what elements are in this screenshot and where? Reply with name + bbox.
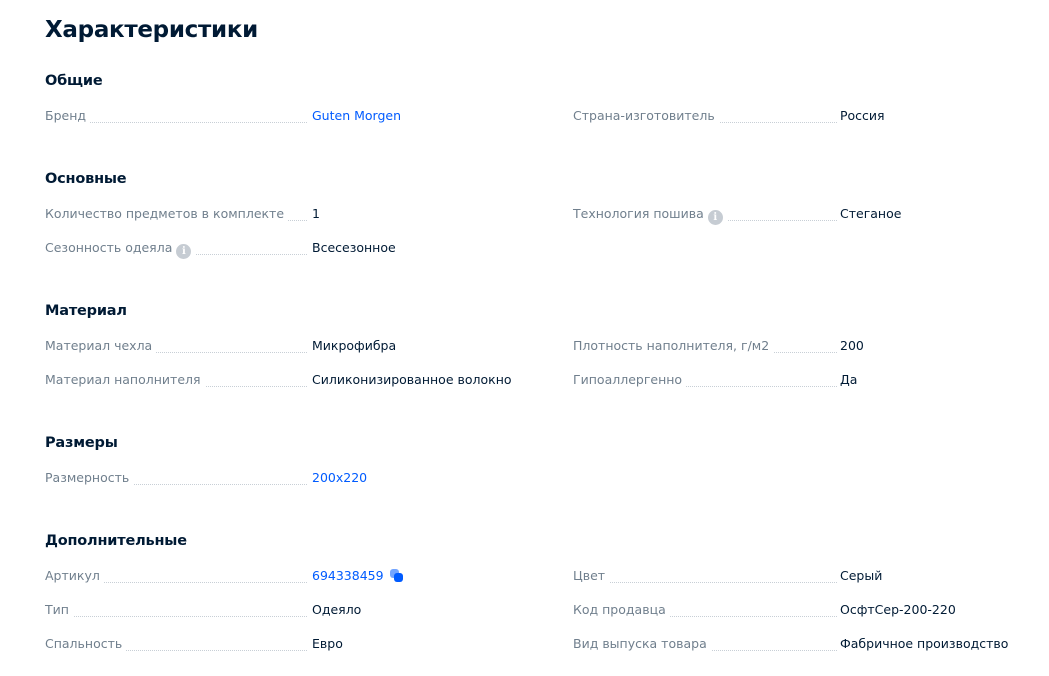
spec-value-type: Одеяло [312, 602, 362, 617]
spec-label-brand: Бренд [45, 108, 91, 123]
spec-value-seller-code: ОсфтСер-200-220 [840, 602, 956, 617]
spec-value-items-count: 1 [312, 206, 320, 221]
spec-label-filler-density: Плотность наполнителя, г/м2 [573, 338, 774, 353]
spec-value-sewing-tech: Стеганое [840, 206, 902, 221]
spec-row: Размерность 200x220 [45, 470, 1035, 490]
spec-label-article: Артикул [45, 568, 104, 583]
page-title: Характеристики [45, 17, 258, 43]
spec-label-dimensions: Размерность [45, 470, 134, 485]
article-number[interactable]: 694338459 [312, 568, 384, 583]
spec-label-hypoallergenic: Гипоаллергенно [573, 372, 687, 387]
spec-label-seasonality: Сезонность одеяла i [45, 240, 196, 259]
spec-value-filler-material: Силиконизированное волокно [312, 372, 512, 387]
spec-label-release-type: Вид выпуска товара [573, 636, 711, 651]
spec-label-seasonality-text: Сезонность одеяла [45, 240, 173, 255]
spec-value-bed-size: Евро [312, 636, 343, 651]
spec-row: Материал чехла Микрофибра Плотность напо… [45, 338, 1035, 358]
spec-value-cover-material: Микрофибра [312, 338, 397, 353]
spec-label-bed-size: Спальность [45, 636, 127, 651]
spec-row: Сезонность одеяла i Всесезонное [45, 240, 1035, 260]
section-title-main: Основные [45, 171, 127, 187]
spec-label-items-count: Количество предметов в комплекте [45, 206, 289, 221]
info-icon[interactable]: i [176, 244, 192, 259]
section-title-sizes: Размеры [45, 435, 118, 451]
spec-label-filler-material: Материал наполнителя [45, 372, 205, 387]
spec-label-color: Цвет [573, 568, 610, 583]
spec-label-cover-material: Материал чехла [45, 338, 157, 353]
info-icon[interactable]: i [707, 210, 723, 225]
brand-link[interactable]: Guten Morgen [312, 108, 401, 123]
spec-row: Бренд Guten Morgen Страна-изготовитель Р… [45, 108, 1035, 128]
spec-value-seasonality: Всесезонное [312, 240, 396, 255]
spec-value-color: Серый [840, 568, 883, 583]
spec-row: Тип Одеяло Код продавца ОсфтСер-200-220 [45, 602, 1035, 622]
dimensions-link[interactable]: 200x220 [312, 470, 367, 485]
spec-label-sewing-tech: Технология пошива i [573, 206, 727, 225]
spec-value-hypoallergenic: Да [840, 372, 858, 387]
spec-label-seller-code: Код продавца [573, 602, 670, 617]
spec-row: Количество предметов в комплекте 1 Техно… [45, 206, 1035, 226]
section-title-additional: Дополнительные [45, 533, 187, 549]
spec-row: Материал наполнителя Силиконизированное … [45, 372, 1035, 392]
spec-value-filler-density: 200 [840, 338, 864, 353]
copy-icon[interactable] [389, 568, 404, 583]
spec-row: Артикул 694338459 Цвет Серый [45, 568, 1035, 588]
spec-label-type: Тип [45, 602, 73, 617]
spec-value-country: Россия [840, 108, 885, 123]
spec-label-sewing-tech-text: Технология пошива [573, 206, 704, 221]
spec-value-release-type: Фабричное производство [840, 636, 1009, 651]
section-title-general: Общие [45, 73, 103, 89]
spec-row: Спальность Евро Вид выпуска товара Фабри… [45, 636, 1035, 656]
spec-label-country: Страна-изготовитель [573, 108, 719, 123]
spec-value-article: 694338459 [312, 568, 404, 583]
section-title-material: Материал [45, 303, 127, 319]
